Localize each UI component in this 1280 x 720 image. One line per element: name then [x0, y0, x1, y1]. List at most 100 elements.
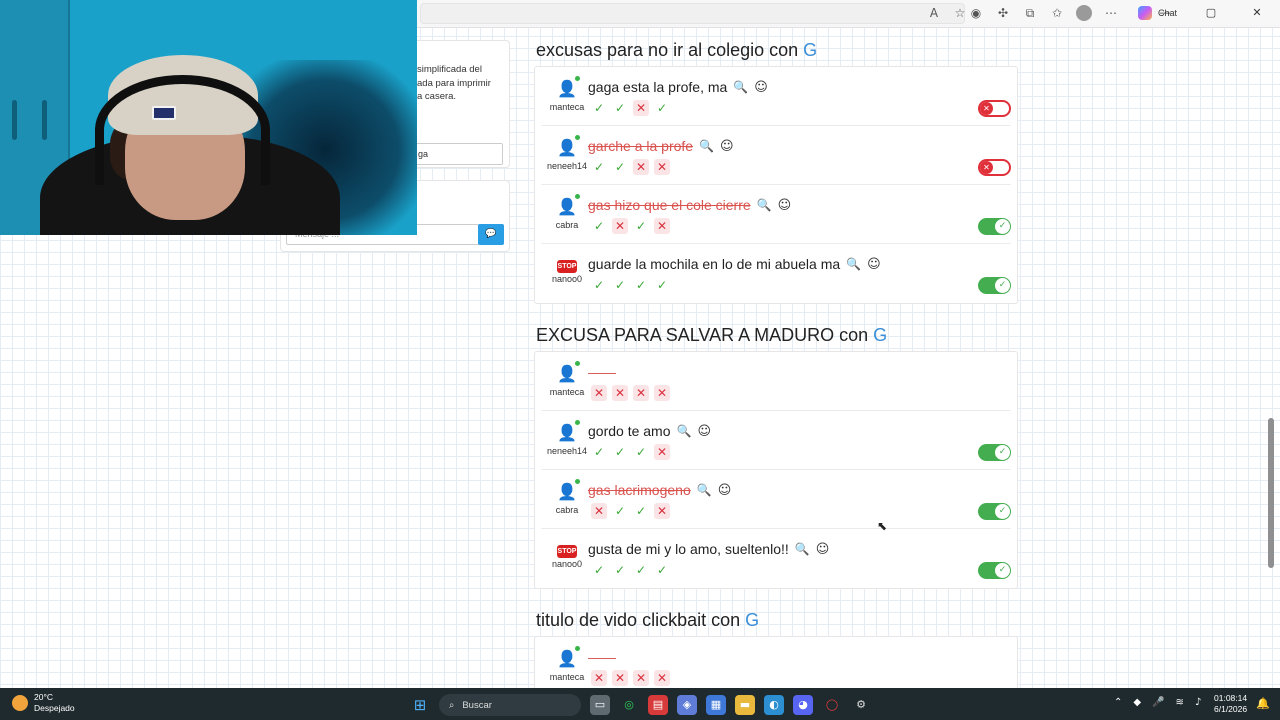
notification-icon[interactable]: 🔔 — [1256, 697, 1270, 710]
opera-icon[interactable]: ◯ — [822, 695, 842, 715]
puzzle-icon[interactable]: ✣ — [995, 5, 1011, 21]
discord-icon[interactable]: ◕ — [793, 695, 813, 715]
mail-icon[interactable]: ▤ — [648, 695, 668, 715]
answer-row: 👤 cabra gas hizo que el cole cierre 🔍 ☺ ✓ ✕ ✓ ✕ ✓ — [541, 185, 1011, 244]
emoji-reaction-icon[interactable]: ☺ — [816, 542, 830, 557]
vote-reject-icon: ✕ — [654, 159, 670, 175]
empty-answer-dash: —— — [588, 364, 616, 380]
emoji-reaction-icon[interactable]: ☺ — [718, 483, 732, 498]
check-icon: ✓ — [995, 445, 1010, 460]
user-star-icon: 👤 — [555, 135, 580, 160]
whatsapp-icon[interactable]: ◎ — [619, 695, 639, 715]
copilot-app-icon[interactable]: ◈ — [677, 695, 697, 715]
info-line: a casera. — [417, 91, 457, 102]
vote-toggle[interactable]: ✕ — [978, 159, 1011, 176]
emoji-reaction-icon[interactable]: ☺ — [697, 424, 711, 439]
mouse-cursor-icon: ⬉ — [877, 519, 888, 533]
emoji-reaction-icon[interactable]: ☺ — [720, 139, 734, 154]
scrollbar[interactable] — [1268, 418, 1274, 568]
tray-app-icon[interactable]: ◆ — [1133, 697, 1141, 708]
file-explorer-icon[interactable]: ▬ — [735, 695, 755, 715]
system-clock[interactable]: 01:08:14 6/1/2026 — [1214, 693, 1247, 715]
chevron-up-icon[interactable]: ⌃ — [1114, 697, 1122, 708]
vote-approve-icon: ✓ — [635, 504, 647, 518]
edge-icon[interactable]: ◐ — [764, 695, 784, 715]
store-icon[interactable]: ▦ — [706, 695, 726, 715]
emoji-reaction-icon[interactable]: ☺ — [754, 80, 768, 95]
vote-toggle[interactable]: ✓ — [978, 444, 1011, 461]
read-aloud-icon[interactable]: A — [926, 5, 942, 21]
empty-answer-dash: —— — [588, 649, 616, 665]
maximize-icon[interactable]: ▢ — [1188, 4, 1234, 22]
profile-icon[interactable] — [1076, 5, 1092, 21]
online-status-dot — [575, 76, 580, 81]
vote-toggle[interactable]: ✕ — [978, 100, 1011, 117]
search-icon[interactable]: 🔍 — [757, 198, 772, 212]
vote-reject-icon: ✕ — [633, 670, 649, 686]
search-icon[interactable]: 🔍 — [795, 542, 810, 556]
wifi-icon[interactable]: ≋ — [1176, 697, 1184, 708]
player: 👤 cabra — [541, 479, 593, 515]
minimize-icon[interactable]: — — [1142, 4, 1188, 22]
vote-toggle[interactable]: ✓ — [978, 503, 1011, 520]
weather-widget[interactable]: 20°C Despejado — [12, 692, 75, 714]
category-text: titulo de vido clickbait con — [536, 610, 741, 630]
answer-row: 👤 manteca —— ✕ ✕ ✕ ✕ — [541, 352, 1011, 411]
answer: gas lacrimogeno 🔍 ☺ — [588, 482, 731, 498]
collections-icon[interactable]: ⧉ — [1022, 5, 1038, 21]
task-view-icon[interactable]: ▭ — [590, 695, 610, 715]
letter: G — [873, 325, 888, 345]
send-button[interactable]: 💬 — [478, 224, 504, 245]
answer: —— — [588, 649, 616, 665]
vote-approve-icon: ✓ — [635, 219, 647, 233]
emoji-reaction-icon[interactable]: ☺ — [778, 198, 792, 213]
search-icon[interactable]: 🔍 — [677, 424, 692, 438]
vote-toggle[interactable]: ✓ — [978, 218, 1011, 235]
check-icon: ✓ — [995, 219, 1010, 234]
emoji-reaction-icon[interactable]: ☺ — [867, 257, 881, 272]
votes: ✓ ✓ ✓ ✓ — [591, 277, 670, 293]
answers-card: 👤 manteca gaga esta la profe, ma 🔍 ☺ ✓ ✓ ✕ ✓ ✕ 👤 ne… — [534, 66, 1018, 304]
microphone-icon[interactable]: 🎤 — [1152, 697, 1164, 708]
vote-approve-icon: ✓ — [593, 445, 605, 459]
start-icon[interactable]: ⊞ — [410, 695, 430, 715]
word-input[interactable]: ga — [411, 143, 503, 165]
taskbar-search[interactable]: ⌕ Buscar — [439, 694, 581, 716]
answers-card: 👤 manteca —— ✕ ✕ ✕ ✕ 👤 neneeh14 gordo te amo 🔍 ☺ ✓ ✓ ✓… — [534, 351, 1018, 589]
vote-reject-icon: ✕ — [591, 670, 607, 686]
answer-row: STOP nanoo0 guarde la mochila en lo de mi … — [541, 244, 1011, 303]
favorite-icon[interactable]: ☆ — [952, 5, 968, 21]
close-icon[interactable]: ✕ — [1234, 4, 1280, 22]
vote-reject-icon: ✕ — [591, 385, 607, 401]
vote-approve-icon: ✓ — [614, 101, 626, 115]
vote-toggle[interactable]: ✓ — [978, 277, 1011, 294]
favorites-bar-icon[interactable]: ✩ — [1049, 5, 1065, 21]
steam-icon[interactable]: ⚙ — [851, 695, 871, 715]
clock-time: 01:08:14 — [1214, 693, 1248, 703]
search-icon[interactable]: 🔍 — [699, 139, 714, 153]
address-bar[interactable] — [420, 3, 965, 24]
search-icon[interactable]: 🔍 — [697, 483, 712, 497]
search-icon[interactable]: 🔍 — [846, 257, 861, 271]
check-icon: ✓ — [995, 504, 1010, 519]
player: 👤 cabra — [541, 194, 593, 230]
vote-approve-icon: ✓ — [593, 219, 605, 233]
webcam-person — [95, 75, 270, 185]
answer-row: 👤 neneeh14 gordo te amo 🔍 ☺ ✓ ✓ ✓ ✕ ✓ — [541, 411, 1011, 470]
more-icon[interactable]: ⋯ — [1103, 5, 1119, 21]
user-icon: 👤 — [555, 361, 580, 386]
volume-icon[interactable]: ♪ — [1195, 697, 1201, 708]
category-text: excusas para no ir al colegio con — [536, 40, 799, 60]
x-icon: ✕ — [980, 102, 993, 115]
vote-toggle[interactable]: ✓ — [978, 562, 1011, 579]
vote-approve-icon: ✓ — [656, 101, 668, 115]
answer-row: STOP nanoo0 gusta de mi y lo amo, sueltenl… — [541, 529, 1011, 588]
votes: ✕ ✕ ✕ ✕ — [591, 385, 670, 401]
search-icon[interactable]: 🔍 — [733, 80, 748, 94]
vote-reject-icon: ✕ — [591, 503, 607, 519]
extension-icon[interactable]: ◉ — [968, 5, 984, 21]
player: 👤 manteca — [541, 646, 593, 682]
player-name: manteca — [549, 672, 585, 682]
online-status-dot — [575, 361, 580, 366]
weather-desc: Despejado — [34, 703, 75, 713]
